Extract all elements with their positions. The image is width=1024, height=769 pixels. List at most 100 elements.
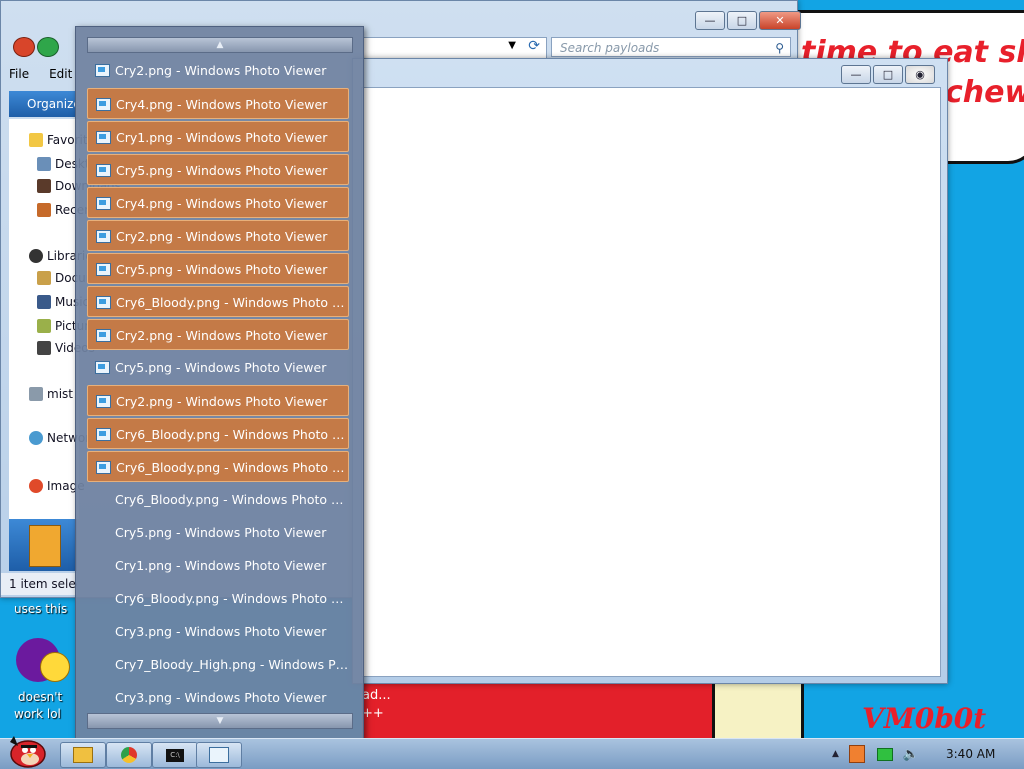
photo-viewer-icon xyxy=(95,361,110,374)
minimize-button[interactable]: — xyxy=(841,65,871,84)
image-icon xyxy=(29,479,43,493)
yahoo-messenger-icon[interactable] xyxy=(16,638,70,682)
window-list-item[interactable]: Cry7_Bloody_High.png - Windows Phot... xyxy=(87,649,349,680)
window-list-item[interactable]: Cry6_Bloody.png - Windows Photo Vie... xyxy=(87,451,349,482)
chrome-taskbar-button[interactable] xyxy=(106,742,152,768)
navigation-pane: Favorites Desktop Downloads Recent Place… xyxy=(9,119,138,519)
window-list-item-label: Cry2.png - Windows Photo Viewer xyxy=(116,229,328,244)
window-list-item-label: Cry4.png - Windows Photo Viewer xyxy=(116,97,328,112)
window-list-item-label: Cry6_Bloody.png - Windows Photo Vie... xyxy=(116,427,349,442)
window-list-item[interactable]: Cry3.png - Windows Photo Viewer xyxy=(87,616,349,647)
volume-icon[interactable]: 🔈 xyxy=(903,747,919,762)
photo-viewer-taskbar-button[interactable] xyxy=(196,742,242,768)
photo-viewer-icon xyxy=(96,428,111,441)
photo-canvas xyxy=(361,87,941,677)
cd-icon[interactable]: ◉ xyxy=(905,65,935,84)
cmd-icon: C:\ xyxy=(166,748,184,762)
system-tray: ▲ 🔈 xyxy=(832,739,919,769)
search-placeholder: Search payloads xyxy=(560,41,660,55)
back-icon[interactable] xyxy=(13,37,35,57)
nav-buttons xyxy=(13,37,59,57)
window-list-item[interactable]: Cry2.png - Windows Photo Viewer xyxy=(87,220,349,251)
chrome-icon xyxy=(121,747,137,763)
photo-viewer-icon xyxy=(96,131,111,144)
music-icon xyxy=(37,295,51,309)
window-list-item[interactable]: Cry6_Bloody.png - Windows Photo Vie... xyxy=(87,583,349,614)
photo-viewer-icon xyxy=(96,296,111,309)
network-tray-icon[interactable] xyxy=(876,747,893,761)
window-list-item[interactable]: Cry2.png - Windows Photo Viewer xyxy=(87,55,349,86)
window-list-item-label: Cry3.png - Windows Photo Viewer xyxy=(115,624,327,639)
photo-viewer-icon xyxy=(96,461,111,474)
desktop-icon xyxy=(37,157,51,171)
user-icon xyxy=(29,387,43,401)
red-text-2: ++ xyxy=(362,706,384,721)
explorer-caption-buttons: — □ ✕ xyxy=(695,11,801,30)
refresh-icon[interactable]: ⟳ xyxy=(528,38,540,54)
window-list-item[interactable]: Cry3.png - Windows Photo Viewer xyxy=(87,682,349,713)
window-list-item-label: Cry2.png - Windows Photo Viewer xyxy=(116,328,328,343)
minimize-button[interactable]: — xyxy=(695,11,725,30)
window-list-item[interactable]: Cry6_Bloody.png - Windows Photo Vie... xyxy=(87,484,349,515)
taskbar: C:\ ▲ 🔈 3:40 AM xyxy=(0,738,1024,769)
menu-edit[interactable]: Edit xyxy=(49,67,72,87)
network-icon xyxy=(29,431,43,445)
desktop-icon-label-2: work lol xyxy=(14,707,61,721)
desktop-caption-top: uses this xyxy=(14,602,68,616)
menu-file[interactable]: File xyxy=(9,67,29,87)
smiley-icon xyxy=(40,652,70,682)
window-list-item-label: Cry5.png - Windows Photo Viewer xyxy=(115,360,327,375)
organize-button[interactable]: Organize xyxy=(9,91,81,117)
cmd-taskbar-button[interactable]: C:\ xyxy=(152,742,198,768)
forward-icon[interactable] xyxy=(37,37,59,57)
window-list-item[interactable]: Cry6_Bloody.png - Windows Photo Vie... xyxy=(87,418,349,449)
photo-viewer-icon xyxy=(96,197,111,210)
window-list-item[interactable]: Cry2.png - Windows Photo Viewer xyxy=(87,319,349,350)
maximize-button[interactable]: □ xyxy=(727,11,757,30)
scroll-up-button[interactable]: ▲ xyxy=(87,37,353,53)
window-list-item-label: Cry5.png - Windows Photo Viewer xyxy=(115,525,327,540)
window-list-item[interactable]: Cry5.png - Windows Photo Viewer xyxy=(87,352,349,383)
recent-icon xyxy=(37,203,51,217)
maximize-button[interactable]: □ xyxy=(873,65,903,84)
search-icon[interactable]: ⚲ xyxy=(775,38,784,58)
window-list-item[interactable]: Cry4.png - Windows Photo Viewer xyxy=(87,187,349,218)
window-list-item[interactable]: Cry4.png - Windows Photo Viewer xyxy=(87,88,349,119)
drawing-figure xyxy=(712,684,804,738)
explorer-taskbar-button[interactable] xyxy=(60,742,106,768)
window-list-item-label: Cry4.png - Windows Photo Viewer xyxy=(116,196,328,211)
start-button[interactable] xyxy=(4,732,48,768)
photo-viewer-icon xyxy=(96,230,111,243)
dropdown-icon[interactable]: ▼ xyxy=(508,40,516,51)
window-list-item-label: Cry6_Bloody.png - Windows Photo Vie... xyxy=(116,460,349,475)
window-list-item[interactable]: Cry5.png - Windows Photo Viewer xyxy=(87,154,349,185)
pictures-icon xyxy=(37,319,51,333)
window-list-item-label: Cry6_Bloody.png - Windows Photo Vie... xyxy=(115,492,349,507)
window-list-item-label: Cry3.png - Windows Photo Viewer xyxy=(115,690,327,705)
star-icon xyxy=(29,133,43,147)
show-hidden-icons[interactable]: ▲ xyxy=(832,749,839,759)
tray-app-icon[interactable] xyxy=(848,745,865,763)
window-list-item-label: Cry6_Bloody.png - Windows Photo Vie... xyxy=(115,591,349,606)
desktop-icon-label-1: doesn't xyxy=(18,690,63,704)
window-list-item[interactable]: Cry5.png - Windows Photo Viewer xyxy=(87,517,349,548)
nav-homegroup[interactable]: mist xyxy=(29,387,73,401)
window-list-item[interactable]: Cry1.png - Windows Photo Viewer xyxy=(87,550,349,581)
window-list-item-label: Cry1.png - Windows Photo Viewer xyxy=(116,130,328,145)
photo-viewer-icon xyxy=(96,98,111,111)
scroll-down-button[interactable]: ▼ xyxy=(87,713,353,729)
window-list-item[interactable]: Cry1.png - Windows Photo Viewer xyxy=(87,121,349,152)
window-list-item[interactable]: Cry5.png - Windows Photo Viewer xyxy=(87,253,349,284)
search-input[interactable]: Search payloads ⚲ xyxy=(551,37,791,57)
close-button[interactable]: ✕ xyxy=(759,11,801,30)
window-list-item[interactable]: Cry2.png - Windows Photo Viewer xyxy=(87,385,349,416)
red-text-1: ad... xyxy=(362,688,391,703)
window-list-item-label: Cry5.png - Windows Photo Viewer xyxy=(116,262,328,277)
address-bar[interactable]: ▼ ⟳ xyxy=(363,37,547,59)
window-list-item-label: Cry2.png - Windows Photo Viewer xyxy=(115,63,327,78)
photo-viewer-icon xyxy=(96,263,111,276)
photo-viewer-icon xyxy=(96,164,111,177)
signature: VM0b0t xyxy=(862,702,987,735)
clock[interactable]: 3:40 AM xyxy=(946,739,995,769)
window-list-item[interactable]: Cry6_Bloody.png - Windows Photo Vie... xyxy=(87,286,349,317)
